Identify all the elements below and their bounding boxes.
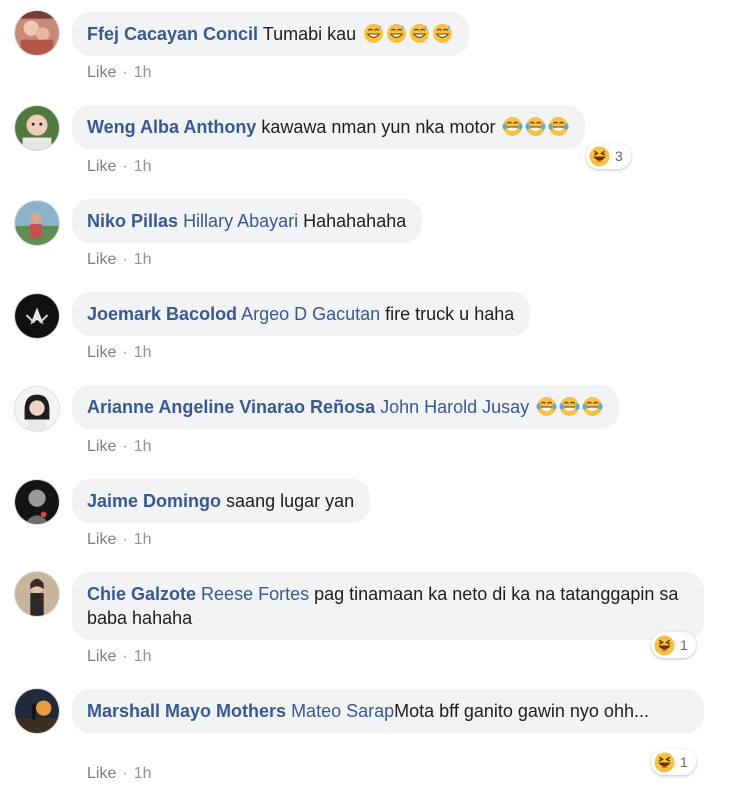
grin-sweat-icon [432, 23, 453, 44]
avatar[interactable] [14, 386, 60, 432]
comment-bubble: Ffej Cacayan Concil Tumabi kau [72, 12, 470, 56]
tears-of-joy-icon [525, 116, 546, 137]
like-link[interactable]: Like [87, 64, 116, 82]
mention-link[interactable]: Argeo D Gacutan [241, 304, 380, 324]
comment-timestamp[interactable]: 1h [134, 765, 152, 783]
separator-dot: · [122, 765, 128, 782]
comment-meta: Like · 1h [87, 158, 151, 176]
comment-timestamp[interactable]: 1h [134, 344, 152, 362]
mention-link[interactable]: Mateo Sarap [291, 701, 394, 721]
comment-bubble: Niko Pillas Hillary Abayari Hahahahaha [72, 199, 423, 243]
avatar[interactable] [14, 688, 60, 734]
reaction-count: 1 [680, 637, 688, 653]
like-link[interactable]: Like [87, 438, 116, 456]
avatar[interactable] [14, 105, 60, 151]
comment-bubble: Joemark Bacolod Argeo D Gacutan fire tru… [72, 292, 531, 336]
comment-text: Mota bff ganito gawin nyo ohh... [394, 701, 649, 721]
comment-bubble: Jaime Domingo saang lugar yan [72, 479, 371, 523]
comment-timestamp[interactable]: 1h [134, 251, 152, 269]
tears-of-joy-icon [548, 116, 569, 137]
avatar[interactable] [14, 293, 60, 339]
comment-meta: Like · 1h [87, 531, 151, 549]
comment-author[interactable]: Ffej Cacayan Concil [87, 24, 258, 44]
like-link[interactable]: Like [87, 531, 116, 549]
reaction-count-badge[interactable]: 3 [586, 143, 631, 169]
comment-author[interactable]: Chie Galzote [87, 584, 196, 604]
reaction-count: 3 [615, 148, 623, 164]
like-link[interactable]: Like [87, 344, 116, 362]
avatar[interactable] [14, 10, 60, 56]
comment-text: Tumabi kau [262, 24, 357, 44]
haha-reaction-icon [654, 635, 675, 656]
grin-sweat-icon [363, 23, 384, 44]
comment-text: fire truck u haha [385, 304, 515, 324]
comment-meta: Like · 1h [87, 648, 151, 666]
comment-meta: Like · 1h [87, 64, 151, 82]
separator-dot: · [122, 531, 128, 548]
comment-author[interactable]: Niko Pillas [87, 211, 178, 231]
grin-sweat-icon [386, 23, 407, 44]
avatar[interactable] [14, 200, 60, 246]
separator-dot: · [122, 158, 128, 175]
mention-link[interactable]: Hillary Abayari [183, 211, 298, 231]
comment-timestamp[interactable]: 1h [134, 531, 152, 549]
comment-author[interactable]: Weng Alba Anthony [87, 117, 256, 137]
separator-dot: · [122, 438, 128, 455]
avatar[interactable] [14, 479, 60, 525]
comment-bubble: Marshall Mayo Mothers Mateo SarapMota bf… [72, 689, 704, 733]
like-link[interactable]: Like [87, 158, 116, 176]
avatar[interactable] [14, 571, 60, 617]
reaction-count-badge[interactable]: 1 [651, 632, 696, 658]
haha-reaction-icon [654, 752, 675, 773]
comment-meta: Like · 1h [87, 438, 151, 456]
comment-meta: Like · 1h [87, 344, 151, 362]
comment-author[interactable]: Joemark Bacolod [87, 304, 237, 324]
comment-bubble: Chie Galzote Reese Fortes pag tinamaan k… [72, 572, 704, 640]
separator-dot: · [122, 344, 128, 361]
grin-sweat-icon [409, 23, 430, 44]
comment-author[interactable]: Arianne Angeline Vinarao Reñosa [87, 397, 375, 417]
mention-link[interactable]: Reese Fortes [201, 584, 309, 604]
comment-author[interactable]: Jaime Domingo [87, 491, 221, 511]
comment-timestamp[interactable]: 1h [134, 648, 152, 666]
comment-timestamp[interactable]: 1h [134, 158, 152, 176]
separator-dot: · [122, 251, 128, 268]
like-link[interactable]: Like [87, 251, 116, 269]
tears-of-joy-icon [559, 396, 580, 417]
separator-dot: · [122, 64, 128, 81]
comment-text: kawawa nman yun nka motor [261, 117, 496, 137]
comment-text: saang lugar yan [226, 491, 355, 511]
like-link[interactable]: Like [87, 648, 116, 666]
comment-timestamp[interactable]: 1h [134, 438, 152, 456]
comment-meta: Like · 1h [87, 251, 151, 269]
like-link[interactable]: Like [87, 765, 116, 783]
comment-meta: Like · 1h [87, 765, 151, 783]
haha-reaction-icon [589, 146, 610, 167]
comment-author[interactable]: Marshall Mayo Mothers [87, 701, 286, 721]
separator-dot: · [122, 648, 128, 665]
comment-text: Hahahahaha [303, 211, 407, 231]
comment-bubble: Arianne Angeline Vinarao Reñosa John Har… [72, 385, 620, 429]
tears-of-joy-icon [536, 396, 557, 417]
tears-of-joy-icon [582, 396, 603, 417]
comment-timestamp[interactable]: 1h [134, 64, 152, 82]
comment-bubble: Weng Alba Anthony kawawa nman yun nka mo… [72, 105, 586, 149]
tears-of-joy-icon [502, 116, 523, 137]
reaction-count: 1 [680, 754, 688, 770]
reaction-count-badge[interactable]: 1 [651, 749, 696, 775]
mention-link[interactable]: John Harold Jusay [380, 397, 529, 417]
